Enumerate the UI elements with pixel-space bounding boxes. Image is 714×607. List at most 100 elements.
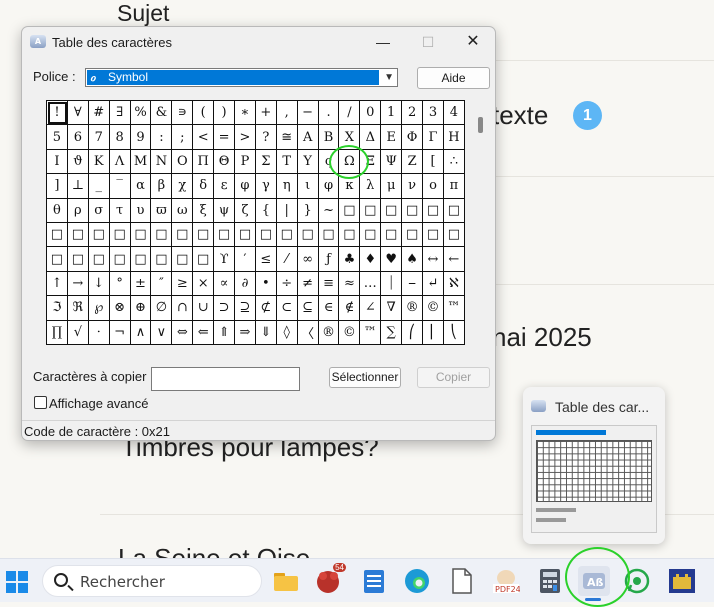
character-cell[interactable]: Μ (130, 149, 152, 175)
character-cell[interactable]: □ (172, 247, 194, 272)
character-cell[interactable]: ≥ (172, 271, 194, 297)
character-cell[interactable]: Δ (360, 125, 382, 150)
character-cell[interactable]: □ (67, 247, 89, 272)
character-cell[interactable]: ⇒ (235, 320, 256, 345)
character-cell[interactable]: ° (109, 271, 131, 297)
character-cell[interactable]: ≤ (255, 247, 277, 272)
character-cell[interactable]: ⇑ (214, 320, 236, 345)
character-cell[interactable]: ⇐ (193, 320, 215, 345)
character-grid[interactable]: ! ∀ # ∃% & ∍() ∗ +, −./0 1 2 3 4 5 6 7 8 9:; < = >? ≅ Α Β Χ Δ Ε Φ Γ Η… (46, 100, 465, 345)
character-cell[interactable]: Ψ (381, 149, 403, 175)
character-cell[interactable]: _ (88, 174, 110, 199)
character-cell[interactable]: Υ (297, 149, 319, 175)
character-cell[interactable]: □ (339, 222, 361, 248)
character-cell[interactable]: Κ (88, 149, 110, 175)
character-cell[interactable]: □ (151, 222, 173, 248)
character-cell[interactable]: □ (402, 222, 424, 248)
character-cell[interactable]: . (318, 101, 340, 126)
character-cell[interactable]: ÷ (276, 271, 298, 297)
character-cell[interactable]: □ (130, 247, 152, 272)
character-cell[interactable]: { (255, 198, 277, 223)
character-cell[interactable]: √ (67, 320, 89, 345)
character-cell[interactable]: ′ (235, 247, 256, 272)
character-cell[interactable]: Ζ (402, 149, 424, 175)
character-cell[interactable]: > (235, 125, 256, 150)
character-cell[interactable]: □ (109, 247, 131, 272)
character-cell[interactable]: 〈 (297, 320, 319, 345)
character-cell[interactable]: ξ (193, 198, 215, 223)
character-cell[interactable]: < (193, 125, 215, 150)
character-cell[interactable]: □ (172, 222, 194, 248)
character-cell[interactable]: ν (402, 174, 424, 199)
character-cell[interactable]: → (67, 271, 89, 297)
character-cell[interactable]: & (151, 101, 173, 126)
character-cell[interactable]: □ (193, 222, 215, 248)
character-cell[interactable]: ↔ (423, 247, 444, 272)
character-cell[interactable]: © (423, 296, 444, 321)
character-cell[interactable]: ↑ (47, 271, 68, 297)
character-cell[interactable]: ? (255, 125, 277, 150)
character-cell[interactable]: × (193, 271, 215, 297)
character-cell[interactable]: ϖ (151, 198, 173, 223)
character-cell[interactable]: © (339, 320, 361, 345)
title-bar[interactable]: A Table des caractères — ☐ ✕ (22, 27, 495, 57)
character-cell[interactable]: γ (255, 174, 277, 199)
character-cell[interactable]: … (360, 271, 382, 297)
character-cell[interactable]: ) (214, 101, 236, 126)
character-cell[interactable]: ι (297, 174, 319, 199)
character-cell[interactable]: □ (318, 222, 340, 248)
character-cell[interactable]: ∉ (339, 296, 361, 321)
character-cell[interactable]: ™ (360, 320, 382, 345)
character-cell[interactable]: ℑ (47, 296, 68, 321)
chars-to-copy-input[interactable] (151, 367, 300, 391)
character-cell[interactable]: 2 (402, 101, 424, 126)
character-cell[interactable]: ± (130, 271, 152, 297)
close-button[interactable]: ✕ (450, 29, 495, 55)
character-cell[interactable]: σ (88, 198, 110, 223)
character-cell[interactable]: ! (47, 101, 68, 126)
character-cell[interactable]: Β (318, 125, 340, 150)
character-cell[interactable]: ⎛ (402, 320, 424, 345)
help-button[interactable]: Aide (417, 67, 490, 89)
character-cell[interactable]: ⏐ (381, 271, 403, 297)
character-cell[interactable]: δ (193, 174, 215, 199)
character-cell[interactable]: α (130, 174, 152, 199)
character-cell[interactable]: 4 (443, 101, 465, 126)
character-cell[interactable]: ™ (443, 296, 465, 321)
character-cell[interactable]: □ (193, 247, 215, 272)
character-cell[interactable]: β (151, 174, 173, 199)
character-cell[interactable]: ∠ (360, 296, 382, 321)
character-cell[interactable]: υ (130, 198, 152, 223)
character-cell[interactable]: % (130, 101, 152, 126)
character-cell[interactable]: ♣ (339, 247, 361, 272)
edge-browser-icon[interactable] (402, 566, 432, 596)
character-cell[interactable]: ← (443, 247, 465, 272)
character-cell[interactable]: Σ (255, 149, 277, 175)
character-cell[interactable]: ϑ (67, 149, 89, 175)
character-cell[interactable]: □ (297, 222, 319, 248)
character-cell[interactable]: Γ (423, 125, 444, 150)
character-cell[interactable]: Τ (276, 149, 298, 175)
taskbar-preview[interactable]: Table des car... (523, 387, 665, 544)
character-cell[interactable]: − (297, 101, 319, 126)
character-cell[interactable]: ∗ (235, 101, 256, 126)
character-cell[interactable]: Θ (214, 149, 236, 175)
character-cell[interactable]: = (214, 125, 236, 150)
character-cell[interactable]: □ (130, 222, 152, 248)
minimize-button[interactable]: — (360, 29, 406, 55)
windows-start-icon[interactable] (6, 571, 28, 593)
character-cell[interactable]: ∞ (297, 247, 319, 272)
character-cell[interactable]: Λ (109, 149, 131, 175)
character-cell[interactable]: ∏ (47, 320, 68, 345)
character-cell[interactable]: 1 (381, 101, 403, 126)
taskbar-search[interactable]: Rechercher (42, 565, 262, 597)
character-cell[interactable]: , (276, 101, 298, 126)
character-cell[interactable]: 6 (67, 125, 89, 150)
pdf24-icon[interactable]: PDF24 (491, 566, 521, 596)
character-cell[interactable]: ℵ (443, 271, 465, 297)
advanced-view-checkbox[interactable] (34, 396, 47, 409)
character-cell[interactable]: ⇓ (255, 320, 277, 345)
character-cell[interactable]: Ρ (235, 149, 256, 175)
character-cell[interactable]: λ (360, 174, 382, 199)
character-cell[interactable]: □ (67, 222, 89, 248)
